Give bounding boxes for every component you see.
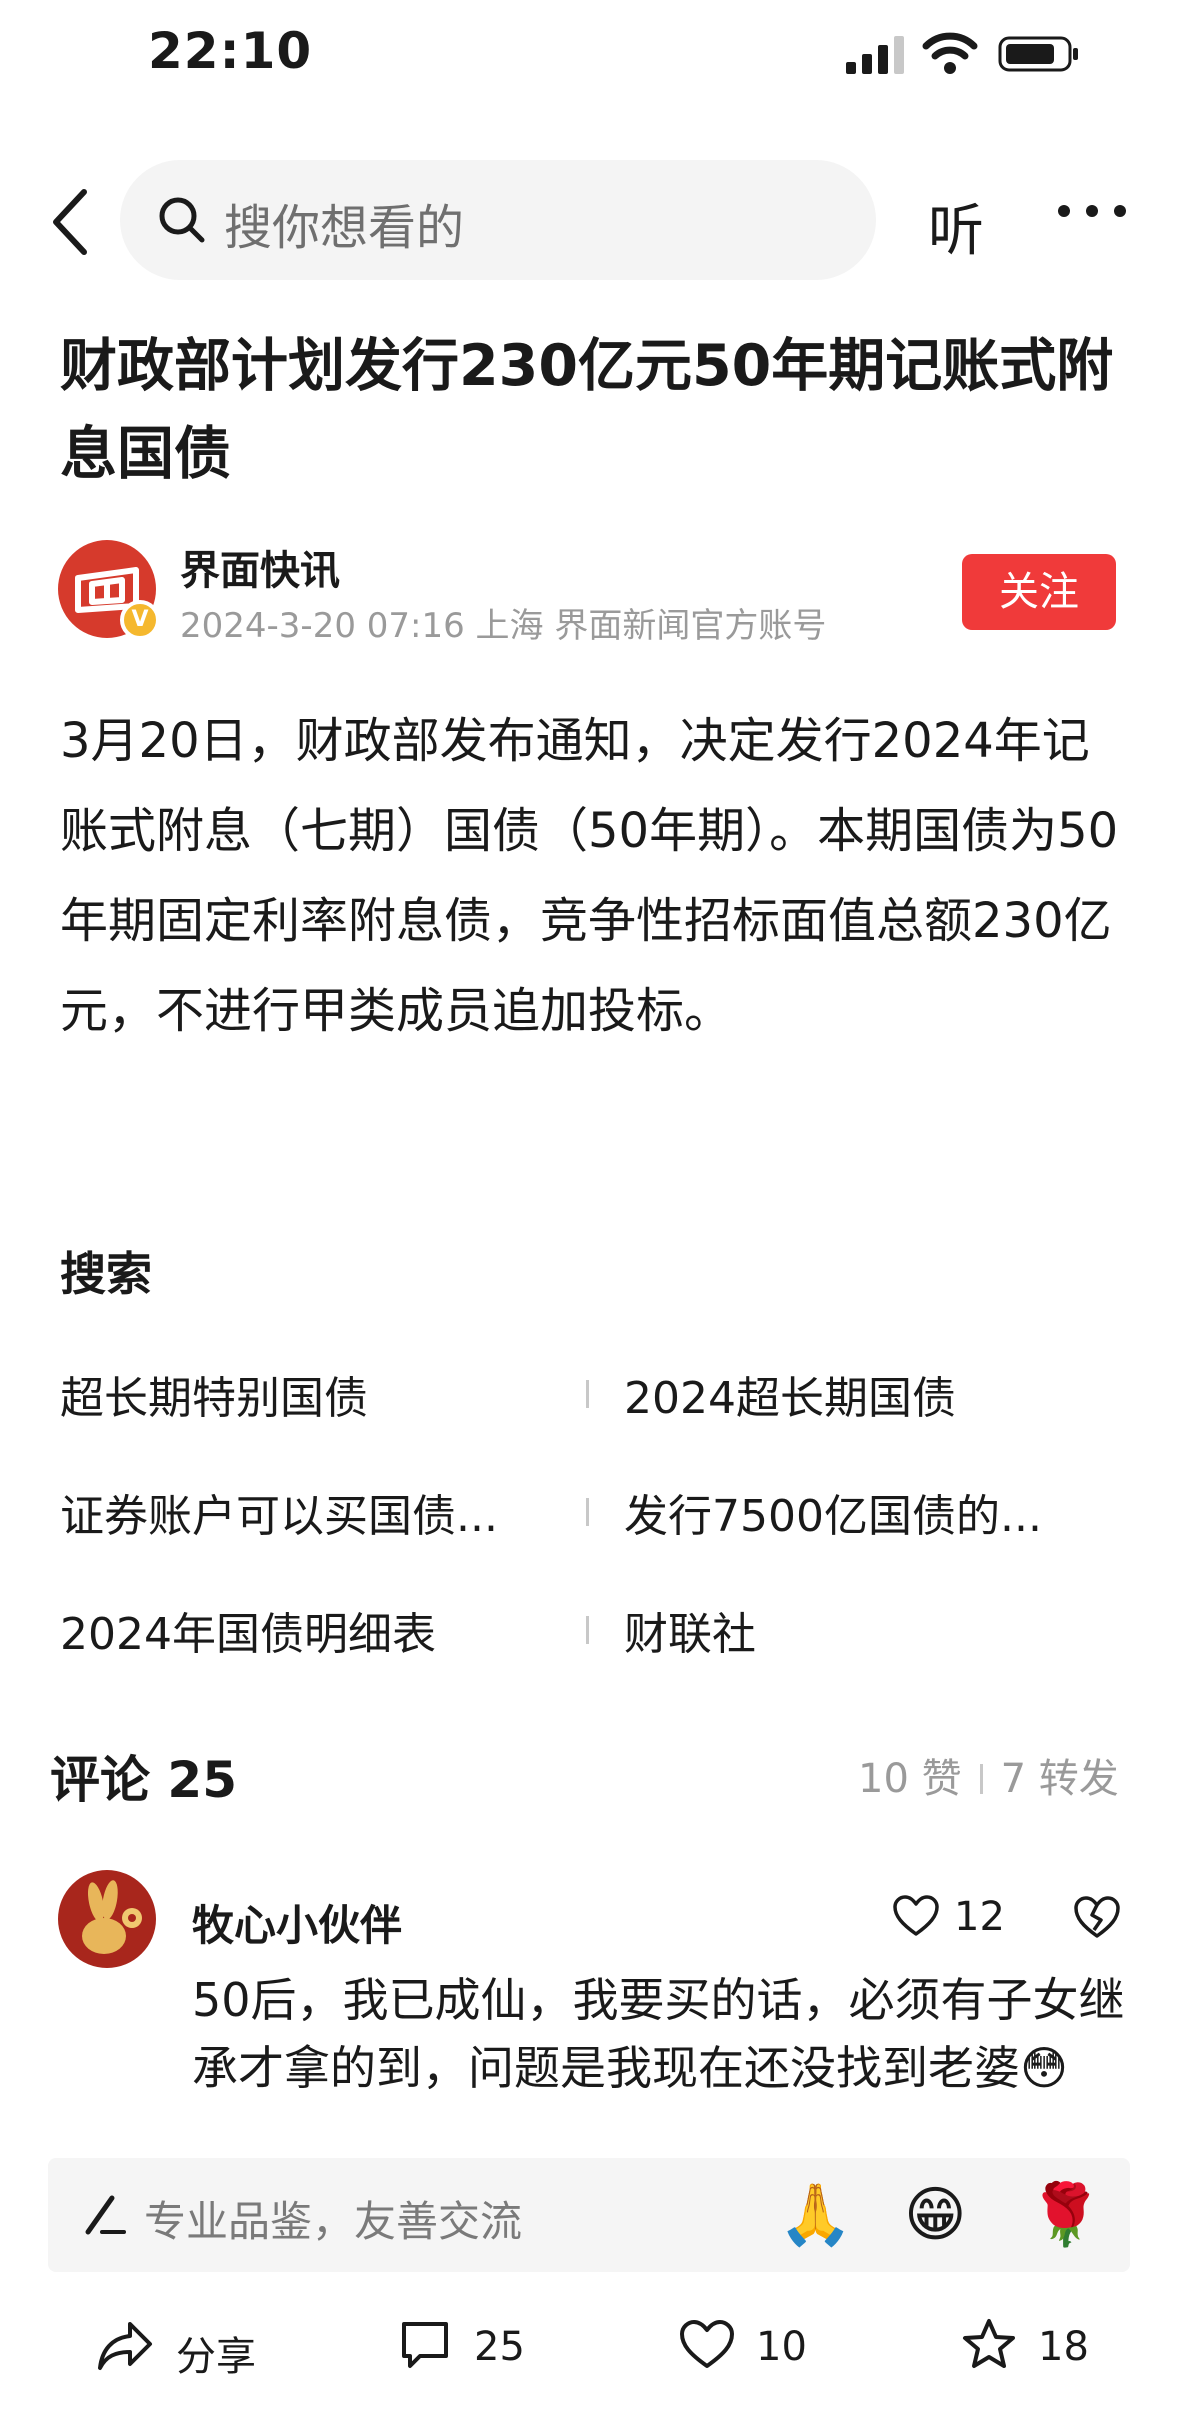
- search-suggestion[interactable]: 发行7500亿国债的...: [624, 1480, 1042, 1544]
- follow-button[interactable]: 关注: [962, 554, 1116, 630]
- comment-placeholder: 专业品鉴，友善交流: [144, 2197, 523, 2246]
- heart-icon: [680, 2320, 734, 2368]
- search-input[interactable]: 搜你想看的: [120, 160, 876, 280]
- like-count: 10: [756, 2324, 807, 2370]
- comment-icon: [402, 2322, 448, 2368]
- share-icon: [98, 2322, 152, 2370]
- commenter-name[interactable]: 牧心小伙伴: [192, 1892, 402, 1953]
- rabbit-avatar-icon: [82, 1880, 142, 1954]
- comment-body: 50后，我已成仙，我要买的话，必须有子女继承才拿的到，问题是我现在还没找到老婆😳: [192, 1966, 1132, 2140]
- wifi-icon: [922, 32, 978, 74]
- divider: [586, 1380, 589, 1408]
- comment-count: 25: [474, 2324, 525, 2370]
- article-title: 财政部计划发行230亿元50年期记账式附息国债: [60, 333, 1114, 487]
- listen-button[interactable]: 听: [928, 186, 984, 267]
- like-button[interactable]: 10: [678, 2316, 828, 2376]
- status-time: 22:10: [148, 22, 313, 80]
- star-icon: [963, 2319, 1015, 2368]
- share-button[interactable]: 分享: [96, 2316, 276, 2380]
- search-icon: [159, 197, 205, 243]
- divider: [586, 1498, 589, 1526]
- back-button[interactable]: [44, 186, 100, 258]
- search-section-heading: 搜索: [60, 1247, 152, 1301]
- grinning-face-emoji-button[interactable]: 😁: [904, 2180, 967, 2250]
- comments-heading: 评论 25: [50, 1751, 237, 1809]
- search-suggestion[interactable]: 2024超长期国债: [624, 1362, 956, 1426]
- author-name[interactable]: 界面快讯: [180, 538, 340, 596]
- author-meta: 2024-3-20 07:16 上海 界面新闻官方账号: [180, 606, 827, 646]
- pen-icon: [85, 2195, 126, 2235]
- comment-like-count: 12: [954, 1894, 1005, 1940]
- commenter-avatar[interactable]: [58, 1870, 156, 1968]
- search-suggestion[interactable]: 2024年国债明细表: [60, 1598, 436, 1662]
- rose-emoji-button[interactable]: 🌹: [1028, 2180, 1103, 2250]
- favorite-button[interactable]: 18: [960, 2316, 1110, 2376]
- comment-text: 50后，我已成仙，我要买的话，必须有子女继承才拿的到，问题是我现在还没找到老婆😳: [192, 1973, 1125, 2095]
- comment-button[interactable]: 25: [396, 2316, 556, 2376]
- heart-icon[interactable]: [892, 1894, 940, 1938]
- divider: [586, 1616, 589, 1644]
- article-body: 3月20日，财政部发布通知，决定发行2024年记账式附息（七期）国债（50年期）…: [60, 713, 1119, 1039]
- search-suggestion[interactable]: 超长期特别国债: [60, 1362, 368, 1426]
- share-label: 分享: [176, 2334, 256, 2380]
- search-suggestion[interactable]: 证券账户可以买国债...: [60, 1480, 498, 1544]
- favorite-count: 18: [1038, 2324, 1089, 2370]
- divider: [979, 1764, 983, 1794]
- battery-icon: [998, 36, 1078, 72]
- likes-stat[interactable]: 10 赞: [858, 1756, 962, 1802]
- search-suggestion[interactable]: 财联社: [624, 1598, 756, 1662]
- status-bar: 22:10: [0, 0, 1179, 110]
- more-options-icon[interactable]: [1056, 196, 1128, 226]
- broken-heart-icon[interactable]: [1072, 1894, 1122, 1940]
- comment-input[interactable]: 专业品鉴，友善交流 🙏 😁 🌹: [48, 2158, 1130, 2272]
- verified-badge-icon: V: [120, 600, 160, 640]
- reposts-stat[interactable]: 7 转发: [1001, 1756, 1119, 1802]
- praying-hands-emoji-button[interactable]: 🙏: [778, 2180, 853, 2250]
- search-placeholder: 搜你想看的: [224, 200, 465, 256]
- cellular-signal-icon: [846, 36, 904, 74]
- comments-stats: 10 赞 7 转发: [858, 1746, 1119, 1804]
